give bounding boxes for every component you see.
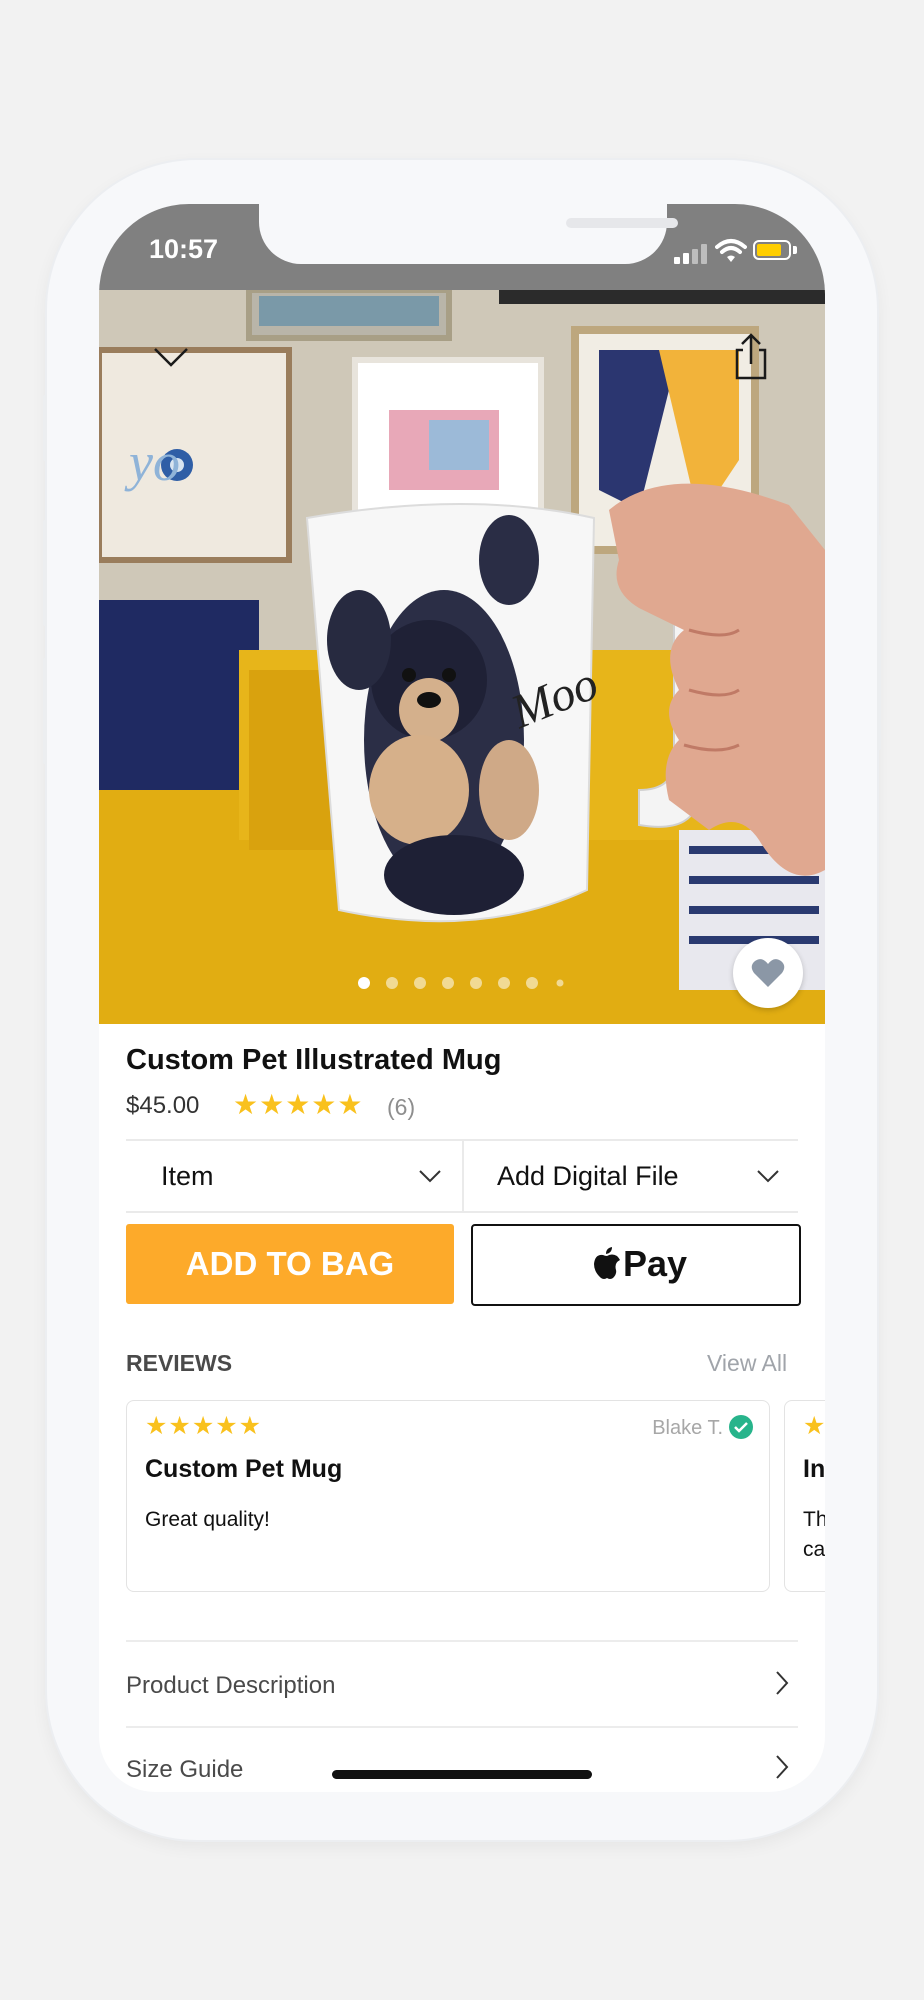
review-stars: ★ [803, 1412, 825, 1440]
chevron-down-icon [757, 1170, 779, 1183]
cellular-signal-icon [674, 244, 707, 264]
svg-text:yo: yo [124, 432, 180, 492]
product-description-row[interactable]: Product Description [99, 1642, 825, 1726]
review-author: Blake T. [652, 1417, 723, 1439]
view-all-reviews-link[interactable]: View All [707, 1350, 787, 1377]
review-card[interactable]: ★ In Th ca [784, 1400, 825, 1592]
side-button-volume-up [43, 520, 47, 626]
review-title: In [803, 1455, 825, 1483]
pager-dot[interactable] [556, 979, 564, 987]
reviews-heading: REVIEWS [126, 1350, 233, 1376]
review-body: Th ca [803, 1505, 825, 1565]
collapse-chevron-icon[interactable] [153, 346, 189, 368]
apple-pay-button[interactable]: Pay [471, 1224, 801, 1306]
side-button-mute [43, 395, 47, 461]
product-rating-stars[interactable]: ★★★★★ [233, 1088, 364, 1121]
digital-file-select-label: Add Digital File [497, 1161, 679, 1191]
pager-dot[interactable] [470, 977, 482, 989]
share-icon[interactable] [733, 332, 769, 380]
device-notch [259, 204, 678, 264]
size-guide-label: Size Guide [126, 1756, 244, 1783]
chevron-down-icon [419, 1170, 441, 1183]
wifi-icon [715, 239, 747, 262]
apple-logo-icon [594, 1247, 620, 1279]
pager-dot[interactable] [414, 977, 426, 989]
review-body-line: ca [803, 1538, 825, 1561]
apple-pay-label: Pay [623, 1243, 688, 1284]
app-screen: 10:57 yo Moo Custom Pet Illustrated Mug … [99, 204, 825, 1792]
review-card[interactable]: ★★★★★ Blake T. Custom Pet Mug Great qual… [126, 1400, 770, 1592]
item-select-label: Item [161, 1161, 214, 1191]
battery-nub [793, 246, 797, 254]
heart-icon [751, 959, 785, 987]
battery-icon [753, 240, 791, 260]
side-button-power [877, 535, 881, 750]
pager-dot[interactable] [498, 977, 510, 989]
product-price: $45.00 [126, 1092, 200, 1119]
product-description-label: Product Description [126, 1672, 336, 1699]
pager-dot[interactable] [358, 977, 370, 989]
review-body-line: Th [803, 1508, 825, 1531]
speaker-grille [566, 218, 678, 228]
chevron-right-icon [776, 1671, 789, 1695]
options-row: Item Add Digital File [126, 1139, 798, 1213]
item-select[interactable]: Item [126, 1141, 462, 1211]
product-rating-count[interactable]: (6) [387, 1094, 415, 1121]
carousel-pager[interactable] [99, 976, 825, 990]
review-title: Custom Pet Mug [145, 1455, 343, 1483]
status-time: 10:57 [149, 234, 219, 264]
add-to-bag-button[interactable]: ADD TO BAG [126, 1224, 454, 1304]
size-guide-row[interactable]: Size Guide [99, 1728, 825, 1792]
home-indicator[interactable] [332, 1770, 592, 1779]
side-button-volume-down [43, 658, 47, 764]
pager-dot[interactable] [386, 977, 398, 989]
product-photo: yo Moo [99, 290, 825, 1024]
pager-dot[interactable] [442, 977, 454, 989]
verified-check-icon [729, 1415, 753, 1439]
favorite-button[interactable] [733, 938, 803, 1008]
product-title: Custom Pet Illustrated Mug [126, 1044, 502, 1076]
chevron-right-icon [776, 1755, 789, 1779]
review-stars: ★★★★★ [145, 1412, 263, 1440]
review-body: Great quality! [145, 1508, 270, 1531]
product-image-carousel[interactable]: yo Moo [99, 290, 825, 1024]
digital-file-select[interactable]: Add Digital File [464, 1141, 798, 1211]
pager-dot[interactable] [526, 977, 538, 989]
